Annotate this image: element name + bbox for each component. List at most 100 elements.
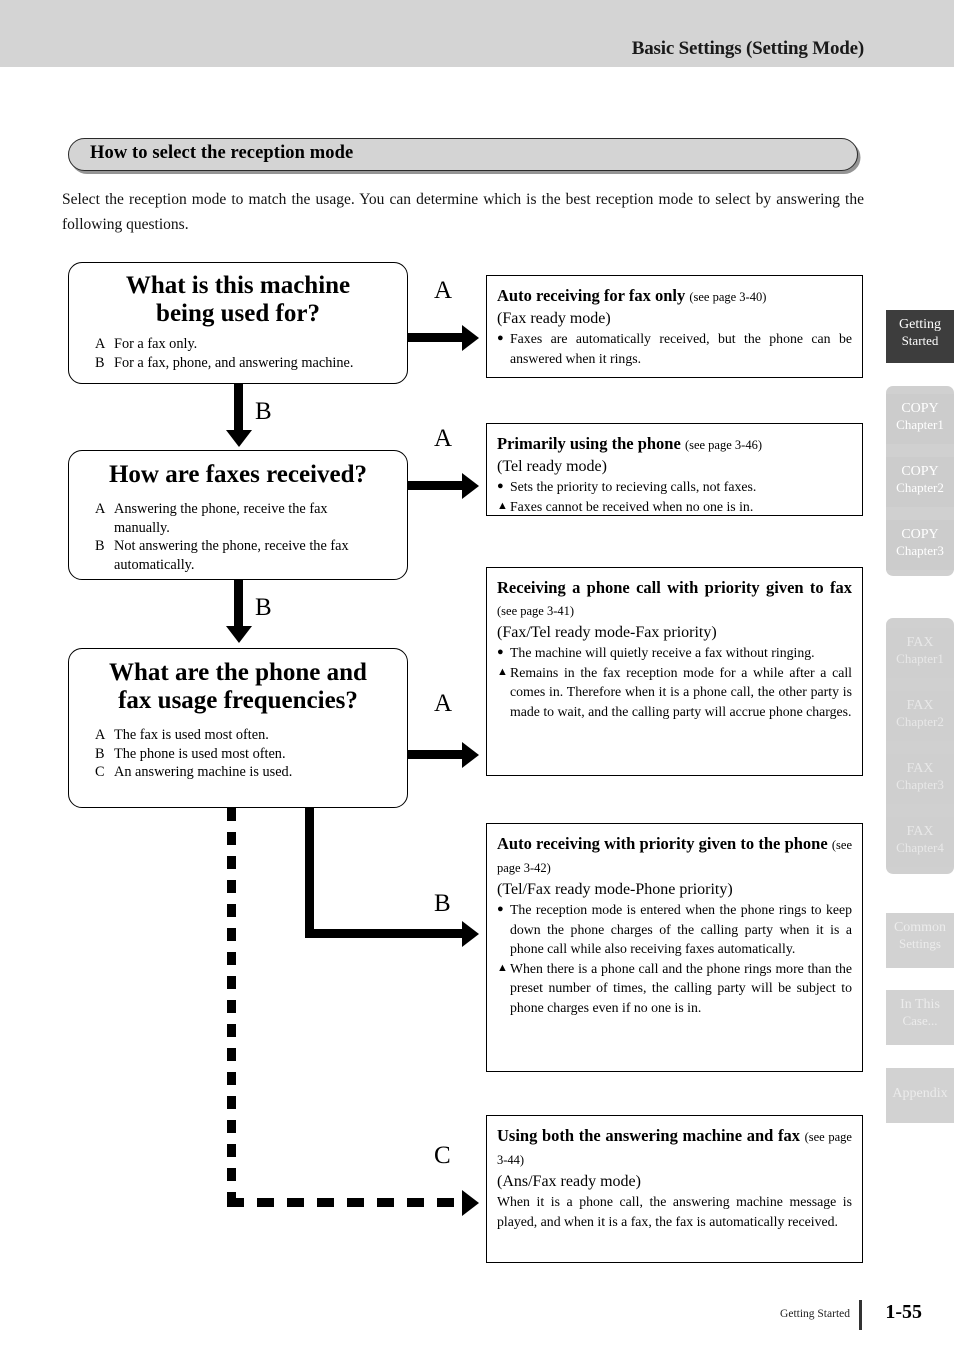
tab-label-line-2: Chapter2 xyxy=(896,480,944,495)
tab-label-line-2: Chapter2 xyxy=(896,714,944,729)
connector-q3-c-horizontal-dashed xyxy=(227,1198,470,1207)
option-letter: B xyxy=(95,745,105,762)
tab-label-line-1: Getting xyxy=(899,317,941,332)
option-text: The phone is used most often. xyxy=(114,745,286,762)
connector-q3-c-vertical-dashed xyxy=(227,808,236,1203)
branch-label-q2-down-b: B xyxy=(255,594,272,621)
option-text: Answering the phone, receive the fax man… xyxy=(114,501,328,536)
result-box-2: Primarily using the phone (see page 3-46… xyxy=(486,423,863,516)
option-letter: B xyxy=(95,354,105,371)
connector-q2-to-result2-line xyxy=(408,481,464,490)
tab-fax-chapter1[interactable]: FAX Chapter1 xyxy=(886,628,954,678)
result-1-mode: (Fax ready mode) xyxy=(497,310,611,327)
connector-q3-to-result3-arrow xyxy=(462,741,479,768)
question-3-title: What are the phone and fax usage frequen… xyxy=(77,659,399,715)
result-3-mode: (Fax/Tel ready mode-Fax priority) xyxy=(497,624,717,641)
section-heading-text: How to select the reception mode xyxy=(90,143,354,163)
branch-label-q3-mid-b: B xyxy=(434,890,451,917)
bullet-filled-circle-icon: ● xyxy=(497,332,504,344)
question-box-3: What are the phone and fax usage frequen… xyxy=(68,648,408,808)
tab-label-line-2: Chapter1 xyxy=(896,651,944,666)
tab-copy-chapter3[interactable]: COPY Chapter3 xyxy=(886,520,954,570)
option-letter: A xyxy=(95,727,106,743)
result-1-bullets: ● Faxes are automatically received, but … xyxy=(497,329,852,368)
bullet-filled-triangle-icon: ▲ xyxy=(497,961,508,974)
branch-label-q1-down-b: B xyxy=(255,398,272,425)
result-4-heading-row: Auto receiving with priority given to th… xyxy=(497,833,852,879)
tab-getting-started[interactable]: Getting Started xyxy=(886,310,954,363)
result-1-heading-row: Auto receiving for fax only (see page 3-… xyxy=(497,285,852,308)
connector-q3-b-vertical xyxy=(305,808,314,938)
question-3-option-b: B The phone is used most often. xyxy=(77,745,399,764)
result-box-1: Auto receiving for fax only (see page 3-… xyxy=(486,275,863,378)
result-2-pageref: (see page 3-46) xyxy=(684,438,762,452)
branch-label-q1-right-a: A xyxy=(434,277,453,304)
connector-q1-to-q2-arrow xyxy=(225,430,252,447)
branch-label-q3-dashed-c: C xyxy=(434,1142,451,1169)
result-bullet: ● The reception mode is entered when the… xyxy=(497,900,852,959)
tab-label-line-1: COPY xyxy=(901,401,939,416)
bullet-filled-triangle-icon: ▲ xyxy=(497,499,508,512)
result-3-heading-row: Receiving a phone call with priority giv… xyxy=(497,577,852,622)
result-2-heading: Primarily using the phone xyxy=(497,434,681,453)
question-2-title-line-1: How are faxes received? xyxy=(108,461,368,488)
option-text: For a fax only. xyxy=(114,336,198,352)
connector-q3-b-arrow xyxy=(462,920,479,947)
tab-label-line-2: Chapter1 xyxy=(896,417,944,432)
tab-label-line-1: FAX xyxy=(906,824,934,839)
branch-label-q2-right-a: A xyxy=(434,425,453,452)
question-2-options: A Answering the phone, receive the fax m… xyxy=(77,500,399,574)
tab-copy-chapter2[interactable]: COPY Chapter2 xyxy=(886,457,954,507)
bullet-text: The reception mode is entered when the p… xyxy=(510,902,852,956)
question-3-option-a: A The fax is used most often. xyxy=(77,726,399,745)
bullet-filled-circle-icon: ● xyxy=(497,646,504,658)
option-text: For a fax, phone, and answering machine. xyxy=(114,354,354,371)
connector-q2-to-q3-line xyxy=(234,580,243,628)
connector-q3-to-result3-line xyxy=(408,750,464,759)
result-box-4: Auto receiving with priority given to th… xyxy=(486,823,863,1072)
section-heading: How to select the reception mode xyxy=(68,138,860,173)
branch-label-q3-right-a: A xyxy=(434,690,453,717)
question-3-title-line-2: fax usage frequencies? xyxy=(118,687,358,714)
question-box-1: What is this machine being used for? A F… xyxy=(68,262,408,384)
tab-fax-chapter2[interactable]: FAX Chapter2 xyxy=(886,691,954,741)
tab-common-settings[interactable]: Common Settings xyxy=(886,913,954,968)
option-text: Not answering the phone, receive the fax… xyxy=(114,538,349,573)
bullet-filled-circle-icon: ● xyxy=(497,903,504,915)
tab-label-line-1: In This xyxy=(900,997,940,1012)
question-1-title-line-2: being used for? xyxy=(156,300,320,327)
footer-chapter-label: Getting Started xyxy=(780,1308,850,1320)
bullet-filled-triangle-icon: ▲ xyxy=(497,665,508,678)
result-box-3: Receiving a phone call with priority giv… xyxy=(486,567,863,776)
tab-in-this-case[interactable]: In This Case... xyxy=(886,990,954,1045)
bullet-text: When there is a phone call and the phone… xyxy=(510,960,852,1015)
tab-label-line-1: FAX xyxy=(906,761,934,776)
connector-q1-to-result1-arrow xyxy=(462,324,479,351)
result-5-body: When it is a phone call, the answering m… xyxy=(497,1194,852,1229)
question-2-option-b: B Not answering the phone, receive the f… xyxy=(77,537,399,574)
result-2-bullets: ● Sets the priority to recieving calls, … xyxy=(497,477,852,516)
result-3-heading: Receiving a phone call with priority giv… xyxy=(497,578,852,597)
tab-appendix[interactable]: Appendix xyxy=(886,1068,954,1123)
result-3-pageref: (see page 3-41) xyxy=(497,604,575,618)
tab-copy-chapter1[interactable]: COPY Chapter1 xyxy=(886,394,954,444)
result-bullet: ▲ Remains in the fax reception mode for … xyxy=(497,663,852,722)
tab-fax-chapter3[interactable]: FAX Chapter3 xyxy=(886,754,954,804)
bullet-text: The machine will quietly receive a fax w… xyxy=(510,645,815,660)
tab-label-line-1: FAX xyxy=(906,635,934,650)
result-4-bullets: ● The reception mode is entered when the… xyxy=(497,900,852,1017)
result-bullet: ▲ Faxes cannot be received when no one i… xyxy=(497,497,852,517)
connector-q1-to-result1-line xyxy=(408,333,464,342)
question-3-option-c: C An answering machine is used. xyxy=(77,763,399,782)
tab-label-line-2: Case... xyxy=(902,1013,938,1028)
connector-q2-to-q3-arrow xyxy=(225,626,252,643)
option-letter: A xyxy=(95,501,106,517)
footer-page-number: 1-55 xyxy=(885,1301,922,1323)
question-box-2: How are faxes received? A Answering the … xyxy=(68,450,408,580)
tab-label-line-2: Chapter3 xyxy=(896,543,944,558)
tab-fax-chapter4[interactable]: FAX Chapter4 xyxy=(886,817,954,867)
question-3-title-line-1: What are the phone and xyxy=(109,659,367,686)
result-bullet: ● The machine will quietly receive a fax… xyxy=(497,643,852,663)
tab-label-line-1: COPY xyxy=(901,527,939,542)
bullet-text: Faxes cannot be received when no one is … xyxy=(510,498,754,514)
